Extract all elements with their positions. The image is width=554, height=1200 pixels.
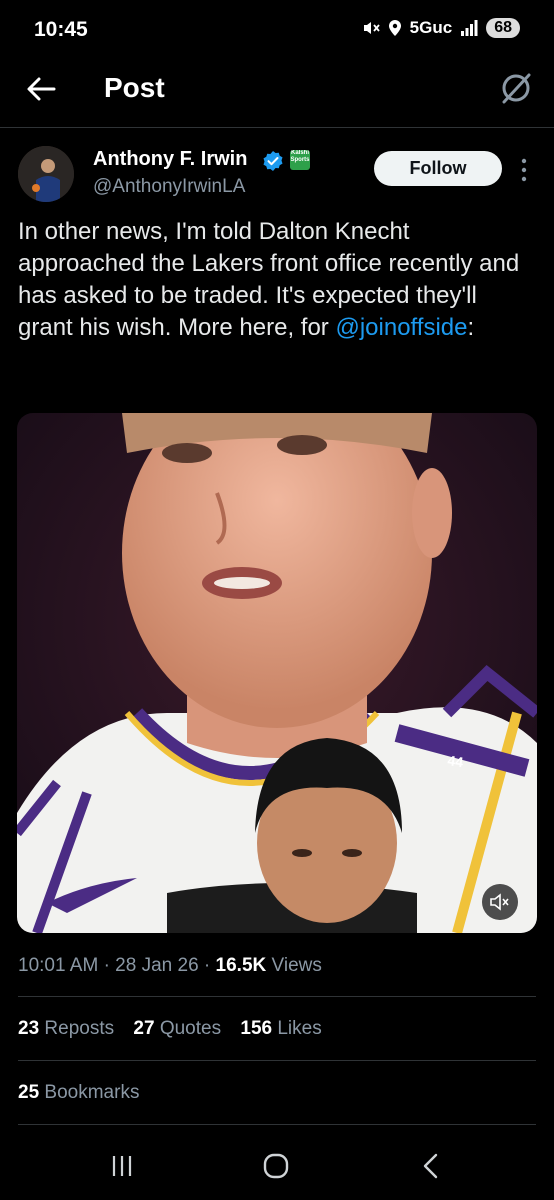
nav-back-icon[interactable] — [420, 1152, 442, 1180]
quotes-label: Quotes — [159, 1018, 222, 1039]
author-name[interactable]: Anthony F. Irwin — [93, 148, 247, 171]
mention-link[interactable]: @joinoffside — [335, 314, 467, 341]
video-frame: 44 — [17, 413, 537, 933]
post-time[interactable]: 10:01 AM — [18, 955, 98, 976]
dot-separator: · — [103, 955, 110, 976]
unmute-icon[interactable] — [482, 884, 518, 920]
affiliation-badge[interactable]: Kalshi Sports — [290, 150, 310, 170]
divider — [18, 996, 536, 997]
author-handle[interactable]: @AnthonyIrwinLA — [93, 176, 245, 198]
reposts-label: Reposts — [44, 1018, 115, 1039]
recent-apps-icon[interactable] — [110, 1153, 134, 1179]
tweet-media-video[interactable]: 44 — [17, 413, 537, 933]
network-type: 5Guc — [409, 18, 453, 37]
avatar[interactable] — [18, 146, 74, 202]
verified-badge-icon — [263, 151, 283, 171]
dot-separator: · — [203, 955, 211, 976]
engagement-stats: 23 Reposts 27 Quotes 156 Likes — [18, 1018, 336, 1040]
more-options-icon[interactable] — [516, 156, 532, 184]
quotes-count: 27 — [133, 1018, 155, 1039]
likes-stat[interactable]: 156 Likes — [240, 1018, 321, 1039]
back-arrow-icon[interactable] — [24, 72, 58, 106]
quotes-stat[interactable]: 27 Quotes — [133, 1018, 221, 1039]
grok-icon[interactable] — [498, 70, 534, 106]
divider — [18, 1060, 536, 1061]
header-divider — [0, 127, 554, 128]
timestamp-views: 10:01 AM · 28 Jan 26 · 16.5K Views — [18, 955, 322, 977]
mute-status-icon — [363, 22, 380, 34]
follow-button[interactable]: Follow — [374, 151, 502, 186]
bookmarks-label: Bookmarks — [44, 1082, 140, 1103]
tweet-text: In other news, I'm told Dalton Knecht ap… — [18, 216, 538, 344]
reposts-count: 23 — [18, 1018, 40, 1039]
post-date[interactable]: 28 Jan 26 — [115, 955, 198, 976]
bookmarks-stat[interactable]: 25 Bookmarks — [18, 1082, 139, 1104]
signal-icon — [461, 20, 478, 36]
status-time: 10:45 — [34, 18, 88, 41]
divider — [18, 1124, 536, 1125]
reposts-stat[interactable]: 23 Reposts — [18, 1018, 114, 1039]
views-count: 16.5K — [215, 955, 267, 976]
jersey-number: 44 — [447, 752, 465, 770]
bookmarks-count: 25 — [18, 1082, 40, 1103]
location-icon — [388, 20, 401, 36]
likes-count: 156 — [240, 1018, 273, 1039]
tweet-suffix: : — [467, 314, 475, 341]
page-title: Post — [104, 72, 165, 103]
views-label: Views — [271, 955, 322, 976]
status-icons: 5Guc 68 — [362, 18, 520, 38]
battery-indicator: 68 — [486, 18, 520, 38]
likes-label: Likes — [277, 1018, 322, 1039]
home-icon[interactable] — [263, 1153, 289, 1179]
